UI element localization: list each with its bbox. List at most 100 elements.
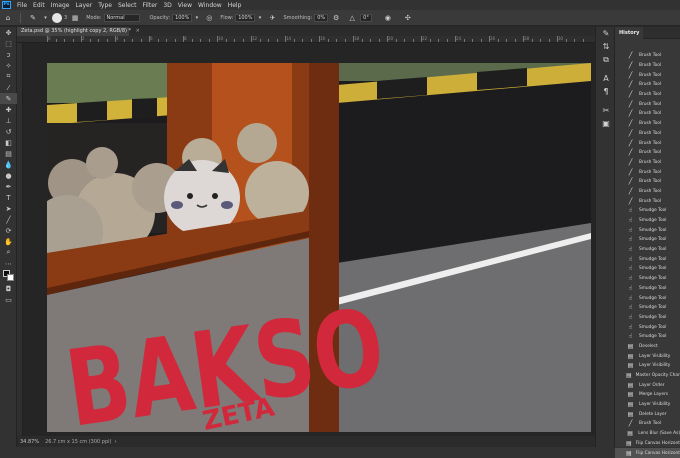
history-item[interactable]: ╱ Brush Tool [615, 129, 680, 139]
history-item[interactable]: ╱ Brush Tool [615, 158, 680, 168]
chevron-down-icon[interactable]: ▾ [43, 12, 48, 24]
clone-source-icon[interactable]: ⧉ [596, 53, 616, 66]
history-brush-tool-icon[interactable]: ↺ [0, 126, 17, 137]
history-item[interactable]: ☝ Smudge Tool [615, 264, 680, 274]
history-item[interactable]: ╱ Brush Tool [615, 61, 680, 71]
opacity-field[interactable]: 100% [172, 13, 193, 22]
history-tab[interactable]: History [615, 26, 644, 39]
history-item[interactable]: ╱ Brush Tool [615, 70, 680, 80]
history-item[interactable]: ☝ Smudge Tool [615, 254, 680, 264]
menu-select[interactable]: Select [115, 2, 140, 9]
history-item[interactable]: ☝ Smudge Tool [615, 293, 680, 303]
menu-3d[interactable]: 3D [160, 2, 174, 9]
history-item[interactable]: ☝ Smudge Tool [615, 284, 680, 294]
pressure-size-icon[interactable]: ◉ [382, 12, 394, 24]
brush-preview[interactable] [52, 12, 62, 23]
canvas-area[interactable]: BAKSO ZETA [23, 43, 595, 436]
zoom-level[interactable]: 34.87% [17, 439, 45, 445]
marquee-tool-icon[interactable]: ⬚ [0, 38, 17, 49]
brush-presets-icon[interactable]: ✎ [596, 27, 616, 40]
mode-select[interactable]: Normal [103, 13, 140, 22]
history-item[interactable]: ╱ Brush Tool [615, 119, 680, 129]
color-swatches[interactable] [0, 269, 17, 283]
history-item[interactable]: ▤ Delete Layer [615, 409, 680, 419]
smoothing-field[interactable]: 0% [314, 13, 329, 22]
move-tool-icon[interactable]: ✥ [0, 27, 17, 38]
chevron-down-icon[interactable]: ▾ [194, 12, 199, 24]
quick-mask-icon[interactable]: ◘ [0, 283, 17, 294]
symmetry-icon[interactable]: ✣ [402, 12, 414, 24]
document-tab[interactable]: Zeta.psd @ 35% (highlight copy 2, RGB/8)… [17, 27, 140, 36]
screen-mode-icon[interactable]: ▭ [0, 294, 17, 305]
history-item[interactable]: ☝ Smudge Tool [615, 225, 680, 235]
path-select-tool-icon[interactable]: ➤ [0, 203, 17, 214]
history-item[interactable]: ▤ Layer Visibility [615, 361, 680, 371]
history-item[interactable]: ▤ Layer Order [615, 380, 680, 390]
history-item[interactable]: ╱ Brush Tool [615, 138, 680, 148]
history-item[interactable]: ╱ Brush Tool [615, 80, 680, 90]
document-info[interactable]: 26.7 cm x 15 cm (300 ppi) [45, 439, 111, 445]
blur-tool-icon[interactable]: 💧 [0, 159, 17, 170]
eyedropper-tool-icon[interactable]: ⁄ [0, 82, 17, 93]
pressure-opacity-icon[interactable]: ◎ [203, 12, 215, 24]
history-item[interactable]: ▤ Lens Blur (Save As) [615, 429, 680, 439]
history-item[interactable]: ☝ Smudge Tool [615, 216, 680, 226]
history-item[interactable]: ╱ Brush Tool [615, 196, 680, 206]
lasso-tool-icon[interactable]: ↄ [0, 49, 17, 60]
history-item[interactable]: ☝ Smudge Tool [615, 332, 680, 342]
brush-tool-preset-icon[interactable]: ✎ [27, 12, 39, 24]
spot-heal-tool-icon[interactable]: ✚ [0, 104, 17, 115]
history-item[interactable]: ☝ Smudge Tool [615, 274, 680, 284]
angle-field[interactable]: 0° [360, 13, 372, 22]
menu-help[interactable]: Help [225, 2, 245, 9]
history-item[interactable]: ▤Master Opacity Change [615, 371, 680, 381]
menu-file[interactable]: File [14, 2, 30, 9]
brush-settings-icon[interactable]: ▦ [69, 12, 81, 24]
history-item[interactable]: ▤ Flip Canvas Horizontal [615, 448, 680, 458]
menu-filter[interactable]: Filter [140, 2, 161, 9]
history-item[interactable]: ▤ Layer Visibility [615, 351, 680, 361]
gradient-tool-icon[interactable]: ▤ [0, 148, 17, 159]
chevron-down-icon[interactable]: ▾ [257, 12, 262, 24]
home-icon[interactable]: ⌂ [2, 12, 14, 24]
flow-field[interactable]: 100% [235, 13, 256, 22]
quick-select-tool-icon[interactable]: ✧ [0, 60, 17, 71]
rotate-view-tool-icon[interactable]: ⟳ [0, 225, 17, 236]
paragraph-panel-icon[interactable]: ¶ [596, 85, 616, 98]
hand-tool-icon[interactable]: ✋ [0, 236, 17, 247]
history-item[interactable]: ☝ Smudge Tool [615, 206, 680, 216]
history-item[interactable]: ╱ Brush Tool [615, 167, 680, 177]
brush-tool-icon[interactable]: ✎ [0, 93, 17, 104]
history-item[interactable]: ☝ Smudge Tool [615, 245, 680, 255]
smoothing-settings-icon[interactable]: ⚙ [330, 12, 342, 24]
actions-icon[interactable]: ▣ [596, 117, 616, 130]
history-item[interactable]: ☝ Smudge Tool [615, 322, 680, 332]
history-item[interactable]: ╱ Brush Tool [615, 99, 680, 109]
adjustments-icon[interactable]: ⇅ [596, 40, 616, 53]
menu-edit[interactable]: Edit [30, 2, 48, 9]
menu-view[interactable]: View [175, 2, 195, 9]
character-panel-icon[interactable]: A [596, 72, 616, 85]
history-item[interactable]: ╱ Brush Tool [615, 90, 680, 100]
airbrush-icon[interactable]: ✈ [266, 12, 278, 24]
chevron-right-icon[interactable]: › [115, 439, 117, 445]
history-item[interactable]: ▤ Deselect [615, 342, 680, 352]
menu-layer[interactable]: Layer [72, 2, 95, 9]
history-item[interactable]: ▤ Flip Canvas Horizontal [615, 439, 680, 449]
pen-tool-icon[interactable]: ✒ [0, 181, 17, 192]
menu-type[interactable]: Type [95, 2, 115, 9]
history-item[interactable]: ╱ Brush Tool [615, 148, 680, 158]
edit-toolbar-icon[interactable]: ⋯ [0, 258, 17, 269]
history-item[interactable]: ╱ Brush Tool [615, 109, 680, 119]
close-icon[interactable]: × [136, 28, 140, 34]
zoom-tool-icon[interactable]: ⌕ [0, 247, 17, 258]
document-canvas[interactable]: BAKSO ZETA [47, 63, 591, 432]
background-color-swatch[interactable] [7, 274, 14, 281]
history-item[interactable]: ☝ Smudge Tool [615, 303, 680, 313]
type-tool-icon[interactable]: T [0, 192, 17, 203]
history-item[interactable]: ▤ Merge Layers [615, 390, 680, 400]
eraser-tool-icon[interactable]: ◧ [0, 137, 17, 148]
history-item[interactable]: ╱ Brush Tool [615, 419, 680, 429]
history-item[interactable]: ╱ Brush Tool [615, 187, 680, 197]
menu-image[interactable]: Image [48, 2, 73, 9]
